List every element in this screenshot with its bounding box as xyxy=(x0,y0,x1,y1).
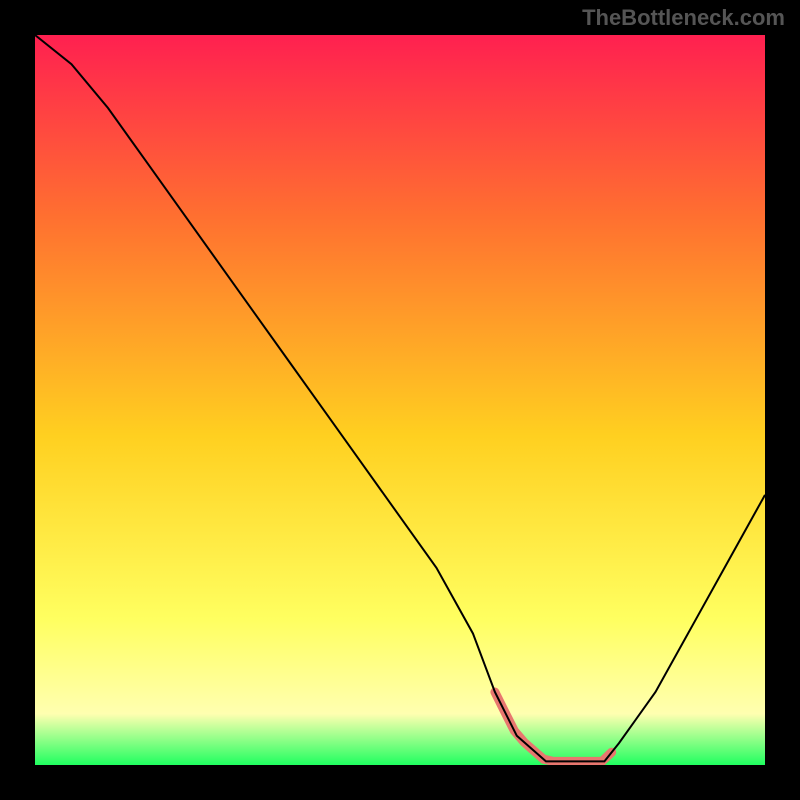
curve-layer xyxy=(35,35,765,765)
bottleneck-curve xyxy=(35,35,765,761)
watermark-text: TheBottleneck.com xyxy=(582,5,785,31)
plot-area xyxy=(35,35,765,765)
